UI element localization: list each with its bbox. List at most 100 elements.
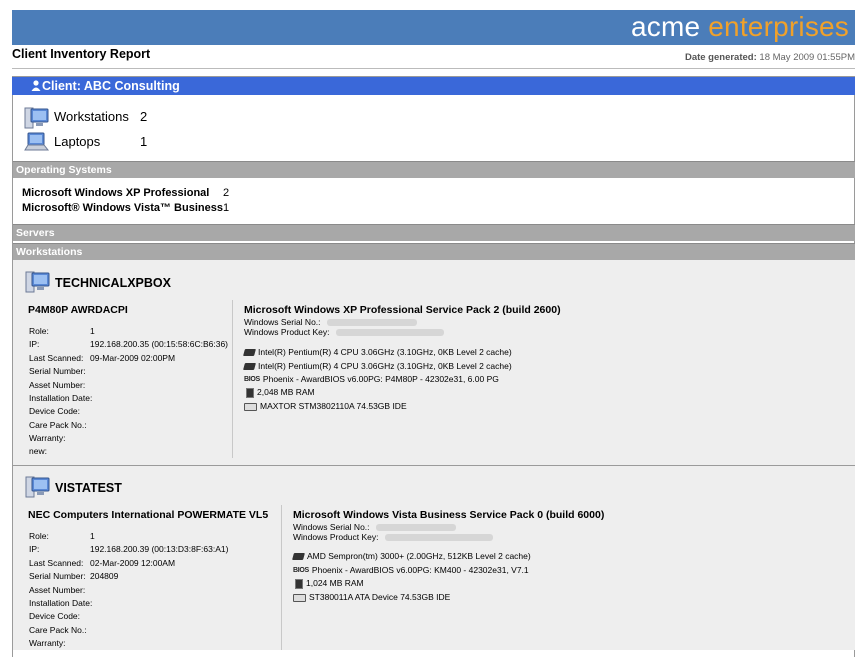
hardware-item: Intel(R) Pentium(R) 4 CPU 3.06GHz (3.10G… <box>243 361 512 371</box>
field-label: Serial Number: <box>29 571 86 581</box>
bios-icon: BIOS <box>244 376 260 384</box>
hardware-text: Intel(R) Pentium(R) 4 CPU 3.06GHz (3.10G… <box>258 361 512 371</box>
field-label: Last Scanned: <box>29 558 84 568</box>
field-value: 192.168.200.35 (00:15:58:6C:B6:36) <box>90 339 228 349</box>
hardware-text: Phoenix - AwardBIOS v6.00PG: P4M80P - 42… <box>262 374 499 384</box>
hdd-icon <box>244 402 257 411</box>
os-count: 2 <box>223 187 230 199</box>
date-generated: Date generated: 18 May 2009 01:55PM <box>685 52 855 63</box>
windows-serial: Windows Serial No.: <box>293 522 456 532</box>
divider <box>12 68 855 69</box>
cpu-icon <box>243 363 256 371</box>
section-title: Operating Systems <box>16 164 112 176</box>
machine-os: Microsoft Windows XP Professional Servic… <box>244 304 561 316</box>
serial-label: Windows Serial No.: <box>293 522 370 532</box>
field-value: 02-Mar-2009 12:00AM <box>90 558 176 568</box>
ram-icon <box>295 578 303 589</box>
redacted-value <box>335 329 444 337</box>
machine-os: Microsoft Windows Vista Business Service… <box>293 509 605 521</box>
hardware-item: MAXTOR STM3802110A 74.53GB IDE <box>244 401 407 411</box>
field-label: Asset Number: <box>29 380 86 390</box>
section-workstations: Workstations <box>13 243 855 260</box>
key-label: Windows Product Key: <box>293 532 379 542</box>
count-label: Workstations <box>54 109 129 124</box>
redacted-value <box>384 534 493 542</box>
field-label: IP: <box>29 544 40 554</box>
hardware-text: 1,024 MB RAM <box>306 578 364 588</box>
workstation-icon <box>25 271 50 293</box>
section-title: Servers <box>16 227 55 239</box>
field-label: Serial Number: <box>29 366 86 376</box>
hardware-item: 1,024 MB RAM <box>295 578 364 589</box>
redacted-value <box>375 524 456 532</box>
workstation-icon <box>24 107 49 129</box>
os-name: Microsoft® Windows Vista™ Business <box>22 202 223 214</box>
count-label: Laptops <box>54 134 101 149</box>
field-label: Care Pack No.: <box>29 420 87 430</box>
machine-model: NEC Computers International POWERMATE VL… <box>28 509 269 521</box>
field-label: Device Code: <box>29 406 81 416</box>
brand-part-1: acme <box>631 11 709 42</box>
field-label: Care Pack No.: <box>29 625 87 635</box>
field-label: new: <box>29 446 47 456</box>
hardware-item: 2,048 MB RAM <box>246 387 315 398</box>
field-value: 09-Mar-2009 02:00PM <box>90 353 176 363</box>
hardware-item: Intel(R) Pentium(R) 4 CPU 3.06GHz (3.10G… <box>243 347 512 357</box>
windows-serial: Windows Serial No.: <box>244 317 417 327</box>
machine-model: P4M80P AWRDACPI <box>28 304 128 316</box>
person-icon <box>31 80 41 91</box>
client-label: Client: ABC Consulting <box>42 79 180 93</box>
hardware-text: 2,048 MB RAM <box>257 387 315 397</box>
brand-logo: acme enterprises <box>631 11 849 43</box>
section-servers: Servers <box>13 224 855 241</box>
bios-icon: BIOS <box>293 567 309 575</box>
key-label: Windows Product Key: <box>244 327 330 337</box>
serial-label: Windows Serial No.: <box>244 317 321 327</box>
hardware-text: Phoenix - AwardBIOS v6.00PG: KM400 - 423… <box>311 565 529 575</box>
windows-key: Windows Product Key: <box>293 532 493 542</box>
hardware-item: AMD Sempron(tm) 3000+ (2.00GHz, 512KB Le… <box>292 551 531 561</box>
machine-name: TECHNICALXPBOX <box>55 276 171 290</box>
count-value: 2 <box>140 109 148 124</box>
header-banner: acme enterprises <box>12 10 855 45</box>
workstation-icon <box>25 476 50 498</box>
hdd-icon <box>293 593 306 602</box>
ram-icon <box>246 387 254 398</box>
field-label: Warranty: <box>29 638 66 648</box>
field-label: Installation Date: <box>29 393 93 403</box>
field-value: 192.168.200.39 (00:13:D3:8F:63:A1) <box>90 544 229 554</box>
client-bar: Client: ABC Consulting <box>12 77 855 95</box>
field-value: 204809 <box>90 571 119 581</box>
brand-part-2: enterprises <box>708 11 849 42</box>
field-label: Device Code: <box>29 611 81 621</box>
cpu-icon <box>292 553 305 561</box>
field-label: Warranty: <box>29 433 66 443</box>
hardware-item: BIOS Phoenix - AwardBIOS v6.00PG: P4M80P … <box>244 374 499 384</box>
os-count: 1 <box>223 202 230 214</box>
section-title: Workstations <box>16 246 83 258</box>
hardware-text: Intel(R) Pentium(R) 4 CPU 3.06GHz (3.10G… <box>258 347 512 357</box>
windows-key: Windows Product Key: <box>244 327 444 337</box>
hardware-text: MAXTOR STM3802110A 74.53GB IDE <box>260 401 407 411</box>
count-value: 1 <box>140 134 148 149</box>
field-label: Role: <box>29 326 49 336</box>
hardware-text: ST380011A ATA Device 74.53GB IDE <box>309 592 451 602</box>
hardware-text: AMD Sempron(tm) 3000+ (2.00GHz, 512KB Le… <box>307 551 531 561</box>
field-label: IP: <box>29 339 40 349</box>
field-label: Asset Number: <box>29 585 86 595</box>
field-label: Last Scanned: <box>29 353 84 363</box>
os-name: Microsoft Windows XP Professional <box>22 187 210 199</box>
hardware-item: BIOS Phoenix - AwardBIOS v6.00PG: KM400 -… <box>293 565 529 575</box>
date-value: 18 May 2009 01:55PM <box>759 52 855 63</box>
field-label: Role: <box>29 531 49 541</box>
laptop-icon <box>24 132 50 151</box>
field-label: Installation Date: <box>29 598 93 608</box>
cpu-icon <box>243 349 256 357</box>
field-value: 1 <box>90 326 95 336</box>
field-value: 1 <box>90 531 95 541</box>
column-divider <box>281 505 282 650</box>
column-divider <box>232 300 233 458</box>
date-label: Date generated: <box>684 52 757 63</box>
report-title: Client Inventory Report <box>12 47 151 61</box>
machine-name: VISTATEST <box>55 481 122 495</box>
